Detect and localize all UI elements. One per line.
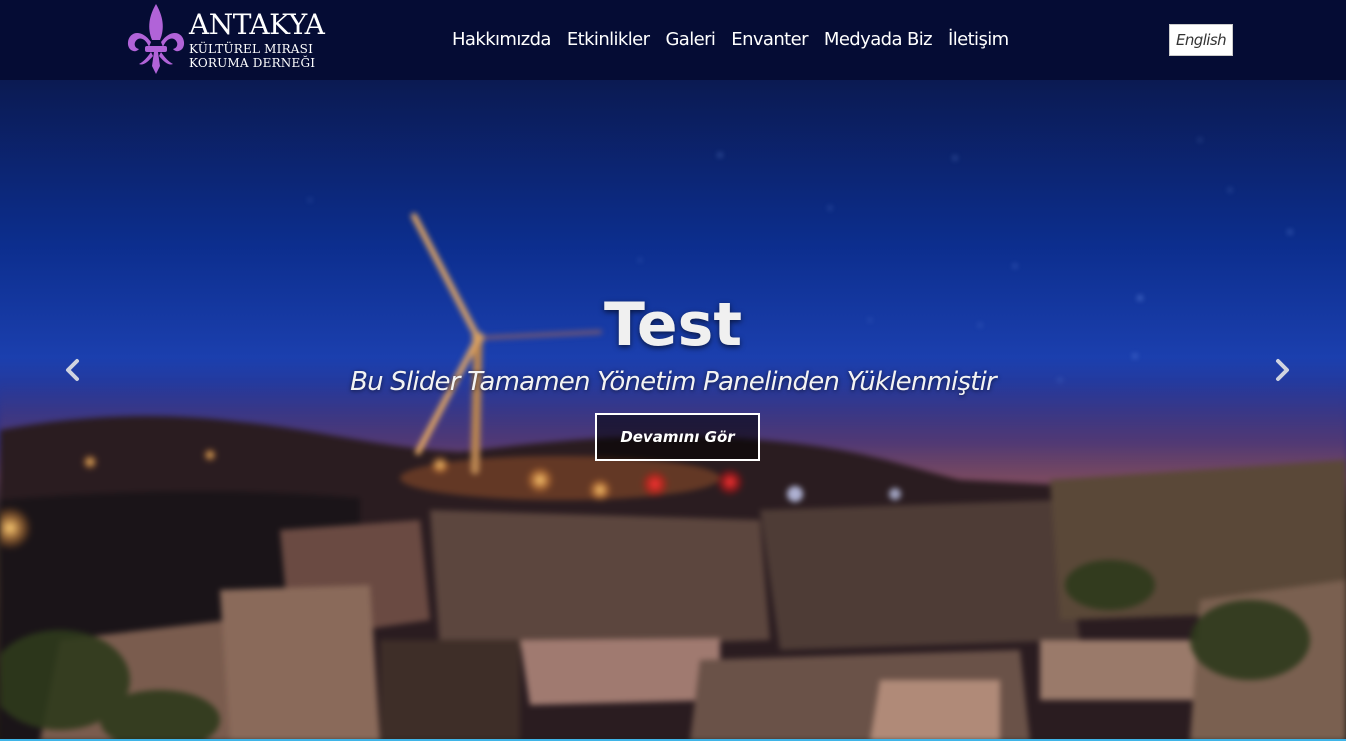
slide-title: Test [603, 290, 743, 360]
fleur-de-lis-icon [127, 4, 185, 74]
language-switch-button[interactable]: English [1169, 24, 1233, 56]
nav-item-iletisim[interactable]: İletişim [948, 27, 1025, 53]
logo-title: ANTAKYA [189, 8, 325, 41]
read-more-button[interactable]: Devamını Gör [595, 413, 760, 461]
slide-subtitle: Bu Slider Tamamen Yönetim Panelinden Yük… [350, 367, 997, 397]
top-navbar: ANTAKYA KÜLTÜREL MIRASI KORUMA DERNEĞI H… [0, 0, 1346, 80]
logo-subtitle-line2: KORUMA DERNEĞI [189, 56, 316, 70]
chevron-right-icon[interactable] [1267, 355, 1297, 385]
chevron-left-icon[interactable] [58, 355, 88, 385]
logo-subtitle-line1: KÜLTÜREL MIRASI [189, 42, 314, 56]
nav-item-envanter[interactable]: Envanter [731, 27, 824, 53]
site-logo[interactable]: ANTAKYA KÜLTÜREL MIRASI KORUMA DERNEĞI [125, 2, 325, 78]
main-nav-menu: Hakkımızda Etkinlikler Galeri Envanter M… [452, 27, 1025, 53]
slide-background-image [0, 138, 1346, 741]
nav-item-hakkimizda[interactable]: Hakkımızda [452, 27, 567, 53]
nav-item-galeri[interactable]: Galeri [665, 27, 731, 53]
hero-slider: Test Bu Slider Tamamen Yönetim Panelinde… [0, 80, 1346, 741]
nav-item-medyada-biz[interactable]: Medyada Biz [824, 27, 948, 53]
nav-item-etkinlikler[interactable]: Etkinlikler [567, 27, 666, 53]
